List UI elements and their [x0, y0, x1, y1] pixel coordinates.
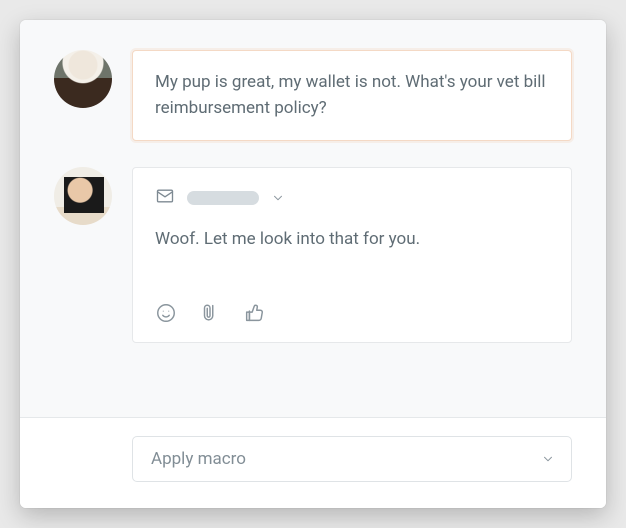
chevron-down-icon [271, 191, 285, 205]
conversation-area: My pup is great, my wallet is not. What'… [20, 20, 606, 417]
recipient-pill [187, 191, 259, 205]
apply-macro-label: Apply macro [151, 449, 246, 469]
customer-avatar [54, 50, 112, 108]
attachment-icon[interactable] [199, 302, 221, 324]
footer-bar: Apply macro [20, 418, 606, 508]
customer-message-row: My pup is great, my wallet is not. What'… [54, 50, 572, 141]
customer-message-bubble: My pup is great, my wallet is not. What'… [132, 50, 572, 141]
mail-icon [155, 186, 175, 210]
emoji-icon[interactable] [155, 302, 177, 324]
reply-body-text[interactable]: Woof. Let me look into that for you. [155, 226, 549, 280]
reply-channel-selector[interactable] [155, 186, 549, 210]
chevron-down-icon [541, 452, 555, 466]
ticket-card: My pup is great, my wallet is not. What'… [20, 20, 606, 508]
reply-composer[interactable]: Woof. Let me look into that for you. [132, 167, 572, 343]
reply-toolbar [155, 302, 549, 324]
customer-message-text: My pup is great, my wallet is not. What'… [155, 69, 549, 122]
thumbs-up-icon[interactable] [243, 302, 265, 324]
agent-reply-row: Woof. Let me look into that for you. [54, 167, 572, 343]
apply-macro-dropdown[interactable]: Apply macro [132, 436, 572, 482]
agent-avatar [54, 167, 112, 225]
